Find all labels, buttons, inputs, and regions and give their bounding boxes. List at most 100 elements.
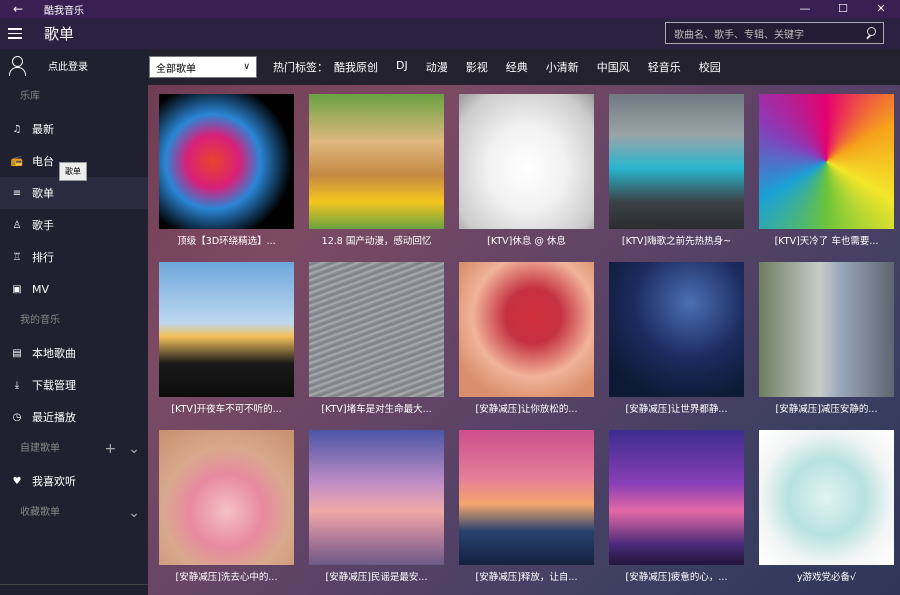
- local-music-icon: ▤: [12, 347, 22, 359]
- playlist-title[interactable]: [安静减压]让世界都静...: [609, 401, 744, 415]
- playlist-title[interactable]: y游戏党必备√: [759, 569, 894, 583]
- playlist-card[interactable]: 顶级【3D环绕精选】...: [159, 94, 294, 247]
- section-label: 收藏歌单: [20, 507, 60, 518]
- playlist-cover-image[interactable]: [159, 94, 294, 229]
- search-input[interactable]: 歌曲名、歌手、专辑、关键字: [666, 26, 861, 41]
- playlist-cover-image[interactable]: [309, 430, 444, 565]
- playlist-cover-image[interactable]: [309, 262, 444, 397]
- playlist-card[interactable]: [KTV]天冷了 车也需要...: [759, 94, 894, 247]
- playlist-title[interactable]: [KTV]开夜车不可不听的...: [159, 401, 294, 415]
- playlist-cover-image[interactable]: [759, 94, 894, 229]
- sidebar-item-label: 排行: [32, 251, 54, 264]
- playlist-cover-image[interactable]: [609, 430, 744, 565]
- tag-link[interactable]: DJ: [396, 59, 408, 75]
- playlist-title[interactable]: [安静减压]洗去心中的...: [159, 569, 294, 583]
- sidebar-item-label: 最近播放: [32, 411, 76, 424]
- sidebar-item-label: MV: [32, 282, 50, 296]
- tag-link[interactable]: 轻音乐: [648, 59, 681, 75]
- tag-link[interactable]: 酷我原创: [334, 59, 378, 75]
- playlist-icon: ≡: [12, 187, 22, 199]
- tag-list: 酷我原创 DJ 动漫 影视 经典 小清新 中国风 轻音乐 校园: [334, 59, 739, 75]
- playlist-cover-image[interactable]: [159, 430, 294, 565]
- playlist-title[interactable]: [安静减压]释放，让自...: [459, 569, 594, 583]
- tag-link[interactable]: 影视: [466, 59, 488, 75]
- playlist-card[interactable]: [KTV]堵车是对生命最大...: [309, 262, 444, 415]
- maximize-icon[interactable]: ☐: [824, 0, 862, 18]
- playlist-card[interactable]: [安静减压]洗去心中的...: [159, 430, 294, 583]
- section-my-music: 我的音乐: [20, 315, 60, 326]
- playlist-card[interactable]: [安静减压]疲惫的心，...: [609, 430, 744, 583]
- sidebar-item-latest[interactable]: ♫ 最新: [0, 113, 148, 145]
- playlist-title[interactable]: [安静减压]疲惫的心，...: [609, 569, 744, 583]
- sidebar-item-singers[interactable]: ♙ 歌手: [0, 209, 148, 241]
- page-title: 歌单: [44, 25, 75, 43]
- playlist-cover-image[interactable]: [459, 430, 594, 565]
- chevron-down-icon[interactable]: ⌄: [128, 433, 140, 465]
- section-label: 自建歌单: [20, 443, 60, 454]
- tag-link[interactable]: 经典: [506, 59, 528, 75]
- playlist-cover-image[interactable]: [159, 262, 294, 397]
- login-row[interactable]: 点此登录: [0, 49, 148, 81]
- sidebar-item-recent[interactable]: ◷ 最近播放: [0, 401, 148, 433]
- playlist-card[interactable]: [安静减压]民谣是最安...: [309, 430, 444, 583]
- music-note-icon: ♫: [12, 123, 22, 135]
- tooltip: 歌单: [59, 162, 87, 181]
- radio-icon: 📻: [10, 155, 24, 167]
- playlist-title[interactable]: [KTV]休息 @ 休息: [459, 233, 594, 247]
- playlist-cover-image[interactable]: [309, 94, 444, 229]
- sidebar-item-local[interactable]: ▤ 本地歌曲: [0, 337, 148, 369]
- sidebar-item-label: 本地歌曲: [32, 347, 76, 360]
- tag-link[interactable]: 动漫: [426, 59, 448, 75]
- playlist-card[interactable]: [安静减压]释放，让自...: [459, 430, 594, 583]
- playlist-title[interactable]: [KTV]天冷了 车也需要...: [759, 233, 894, 247]
- filter-bar: 全部歌单 ∨ 热门标签： 酷我原创 DJ 动漫 影视 经典 小清新 中国风 轻音…: [148, 49, 900, 85]
- hot-tags-label: 热门标签：: [273, 61, 328, 74]
- tag-link[interactable]: 小清新: [546, 59, 579, 75]
- recent-icon: ◷: [12, 411, 22, 423]
- back-arrow-icon[interactable]: ←: [0, 2, 36, 16]
- playlist-title[interactable]: [安静减压]减压安静的...: [759, 401, 894, 415]
- playlist-card[interactable]: [KTV]嗨歌之前先热热身~: [609, 94, 744, 247]
- search-box[interactable]: 歌曲名、歌手、专辑、关键字: [665, 22, 884, 44]
- playlist-title[interactable]: 12.8 国产动漫，感动回忆: [309, 233, 444, 247]
- playlist-title[interactable]: [KTV]堵车是对生命最大...: [309, 401, 444, 415]
- playlist-card[interactable]: [安静减压]让你放松的...: [459, 262, 594, 415]
- playlist-title[interactable]: [KTV]嗨歌之前先热热身~: [609, 233, 744, 247]
- playlist-cover-image[interactable]: [609, 94, 744, 229]
- add-icon[interactable]: +: [105, 433, 117, 465]
- playlist-card[interactable]: [安静减压]减压安静的...: [759, 262, 894, 415]
- hamburger-menu-icon[interactable]: [0, 18, 30, 49]
- chevron-down-icon: ∨: [243, 62, 250, 72]
- playlist-card[interactable]: y游戏党必备√: [759, 430, 894, 583]
- playlist-title[interactable]: [安静减压]民谣是最安...: [309, 569, 444, 583]
- sidebar-item-playlists[interactable]: ≡ 歌单: [0, 177, 148, 209]
- mv-icon: ▣: [12, 283, 22, 295]
- playlist-cover-image[interactable]: [609, 262, 744, 397]
- playlist-card[interactable]: [安静减压]让世界都静...: [609, 262, 744, 415]
- search-icon[interactable]: [861, 23, 883, 43]
- playlist-cover-image[interactable]: [459, 94, 594, 229]
- sidebar-item-mv[interactable]: ▣ MV: [0, 273, 148, 305]
- minimize-icon[interactable]: —: [786, 0, 824, 18]
- sidebar-item-label: 歌手: [32, 219, 54, 232]
- playlist-cover-image[interactable]: [459, 262, 594, 397]
- sidebar-item-downloads[interactable]: ⤓ 下载管理: [0, 369, 148, 401]
- playlist-cover-image[interactable]: [759, 430, 894, 565]
- sidebar-item-favorites[interactable]: ♥ 我喜欢听: [0, 465, 148, 497]
- sidebar-item-charts[interactable]: ♖ 排行: [0, 241, 148, 273]
- category-dropdown[interactable]: 全部歌单 ∨: [149, 56, 257, 78]
- tag-link[interactable]: 中国风: [597, 59, 630, 75]
- playlist-title[interactable]: 顶级【3D环绕精选】...: [159, 233, 294, 247]
- playlist-card[interactable]: [KTV]休息 @ 休息: [459, 94, 594, 247]
- playlist-card[interactable]: 12.8 国产动漫，感动回忆: [309, 94, 444, 247]
- chevron-down-icon[interactable]: ⌄: [128, 497, 140, 529]
- playlist-card[interactable]: [KTV]开夜车不可不听的...: [159, 262, 294, 415]
- singer-icon: ♙: [12, 219, 22, 231]
- trophy-icon: ♖: [12, 251, 22, 263]
- close-icon[interactable]: ✕: [862, 0, 900, 18]
- tag-link[interactable]: 校园: [699, 59, 721, 75]
- sidebar: 点此登录 乐库 ♫ 最新 📻 电台 ≡ 歌单 ♙ 歌手 ♖ 排行 ▣ MV 我的…: [0, 49, 148, 595]
- playlist-title[interactable]: [安静减压]让你放松的...: [459, 401, 594, 415]
- playlist-cover-image[interactable]: [759, 262, 894, 397]
- sidebar-item-label: 歌单: [32, 187, 54, 200]
